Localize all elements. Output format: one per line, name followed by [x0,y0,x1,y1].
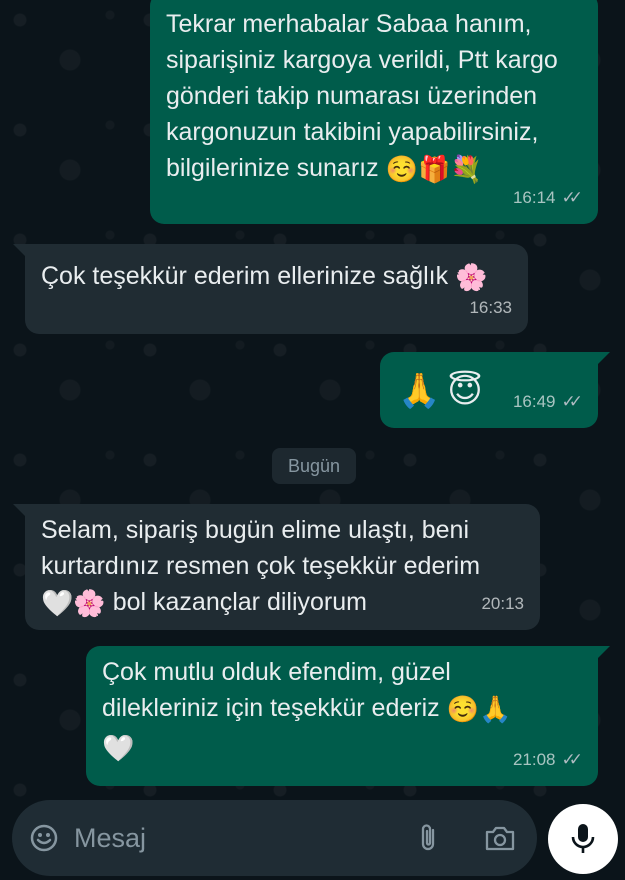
message-meta: 16:33 [469,290,512,326]
message-bubble-outgoing[interactable]: Tekrar merhabalar Sabaa hanım, siparişin… [150,0,598,224]
date-separator: Bugün [272,448,356,484]
message-meta: 16:49 ✓✓ [512,384,583,420]
message-text: Çok teşekkür ederim ellerinize sağlık 🌸 [41,262,488,293]
gift-emoji: 🎁 [417,154,451,185]
cherry-blossom-emoji: 🌸 [455,262,488,293]
cherry-blossom-emoji: 🌸 [73,588,106,619]
white-heart-emoji: 🤍 [41,588,74,619]
message-text: Çok mutlu olduk efendim, güzel dilekleri… [102,658,512,764]
bouquet-emoji: 💐 [450,154,483,185]
white-heart-emoji: 🤍 [102,733,135,764]
folded-hands-emoji: 🙏 [398,372,441,411]
halo-face-emoji: 😇 [447,372,483,411]
folded-hands-emoji: 🙏 [478,694,512,725]
read-receipt-icon: ✓✓ [561,188,583,207]
message-bubble-outgoing[interactable]: Çok mutlu olduk efendim, güzel dilekleri… [86,646,610,786]
mic-icon [571,824,595,853]
message-meta: 20:13 [481,586,524,622]
message-time: 20:13 [481,594,524,613]
attach-icon[interactable] [410,820,446,856]
mic-button[interactable] [548,804,618,874]
message-input[interactable] [72,814,396,862]
message-text: Tekrar merhabalar Sabaa hanım, siparişin… [166,10,558,185]
message-bubble-incoming[interactable]: Çok teşekkür ederim ellerinize sağlık 🌸 … [13,244,528,334]
camera-icon[interactable] [482,820,518,856]
message-text: Selam, sipariş bugün elime ulaştı, beni … [41,516,481,619]
message-meta: 16:14 ✓✓ [512,180,583,216]
message-time: 16:33 [469,298,512,317]
message-time: 16:14 [512,188,556,207]
message-composer [12,800,537,876]
message-time: 21:08 [512,750,556,769]
message-bubble-incoming[interactable]: Selam, sipariş bugün elime ulaştı, beni … [13,504,540,630]
emoji-icon[interactable] [26,820,62,856]
smiling-face-emoji: ☺️ [446,694,479,725]
read-receipt-icon: ✓✓ [561,750,583,769]
message-bubble-outgoing[interactable]: 🙏 😇 16:49 ✓✓ [380,352,610,428]
read-receipt-icon: ✓✓ [561,392,583,411]
message-time: 16:49 [512,392,556,411]
message-meta: 21:08 ✓✓ [512,742,583,778]
smiling-face-emoji: ☺️ [385,154,418,185]
